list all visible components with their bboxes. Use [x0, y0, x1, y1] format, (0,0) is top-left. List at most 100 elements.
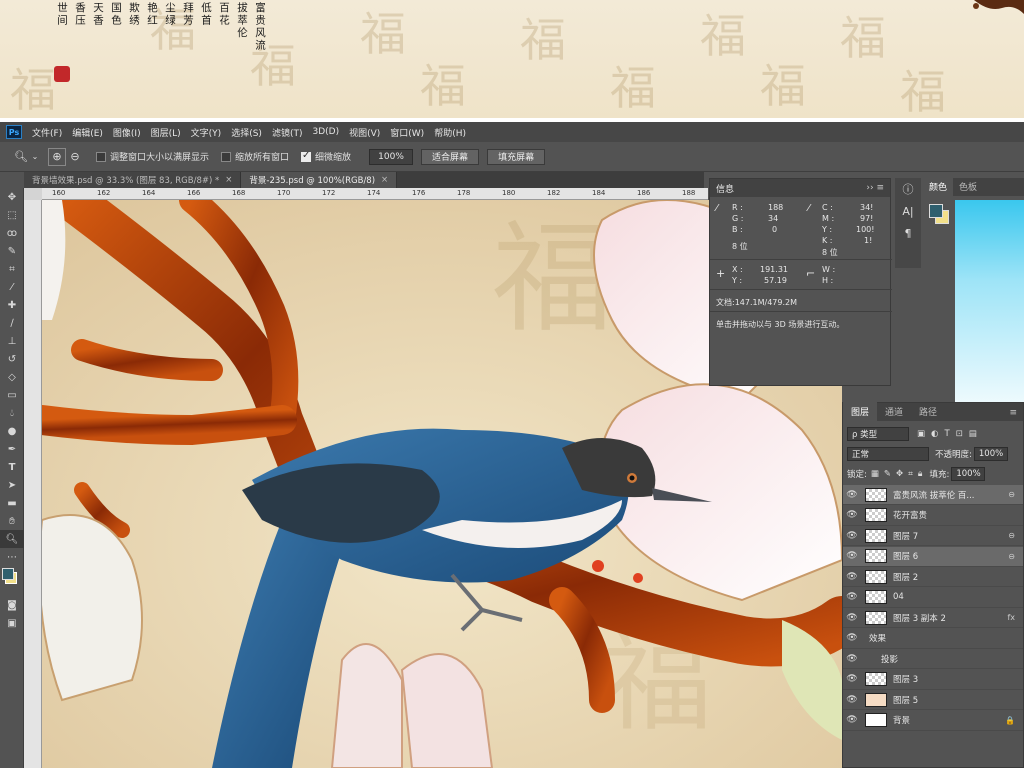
layer-effect-row[interactable]: 👁︎ 投影 — [843, 649, 1023, 669]
tab-paths[interactable]: 路径 — [911, 405, 945, 421]
zoom-out-icon[interactable]: ⊖ — [66, 148, 84, 166]
zoom-tool-icon[interactable]: 🔍︎ — [12, 148, 30, 166]
eyedropper-tool-icon[interactable]: ⁄ — [0, 278, 24, 296]
color-swatches[interactable] — [925, 200, 955, 230]
visibility-eye-icon[interactable]: 👁︎ — [843, 592, 861, 602]
menu-select[interactable]: 选择(S) — [231, 126, 262, 139]
stamp-tool-icon[interactable]: ⊥ — [0, 332, 24, 350]
move-tool-icon[interactable]: ✥ — [0, 188, 24, 206]
info-panel-title[interactable]: 信息 — [716, 182, 734, 195]
horizontal-ruler[interactable]: 160 162 164 166 168 170 172 174 176 178 180 182 184 1… — [42, 188, 708, 200]
c-label: C : — [822, 203, 833, 212]
visibility-eye-icon[interactable]: 👁︎ — [843, 613, 861, 623]
visibility-eye-icon[interactable]: 👁︎ — [843, 551, 861, 561]
visibility-eye-icon[interactable]: 👁︎ — [843, 490, 861, 500]
visibility-eye-icon[interactable]: 👁︎ — [843, 531, 861, 541]
poem-column: 欺绣 — [128, 2, 140, 27]
k-value: 1! — [864, 236, 873, 245]
foreground-color-swatch[interactable] — [2, 568, 14, 580]
panel-menu-icon[interactable]: ›› ≡ — [866, 183, 884, 193]
scrubby-zoom-checkbox[interactable]: 细微缩放 — [301, 150, 351, 163]
vertical-ruler[interactable] — [24, 200, 42, 768]
menu-view[interactable]: 视图(V) — [349, 126, 380, 139]
visibility-eye-icon[interactable]: 👁︎ — [843, 695, 861, 705]
blur-tool-icon[interactable]: 💧︎ — [0, 404, 24, 422]
layer-row[interactable]: 👁︎ 04 — [843, 588, 1023, 608]
menu-type[interactable]: 文字(Y) — [191, 126, 222, 139]
layer-name: 投影 — [881, 654, 899, 665]
character-icon[interactable]: A| — [895, 200, 921, 222]
eraser-tool-icon[interactable]: ◇ — [0, 368, 24, 386]
path-select-icon[interactable]: ➤ — [0, 476, 24, 494]
menu-filter[interactable]: 滤镜(T) — [272, 126, 303, 139]
history-brush-icon[interactable]: ↺ — [0, 350, 24, 368]
visibility-eye-icon[interactable]: 👁︎ — [843, 510, 861, 520]
pen-tool-icon[interactable]: ✒ — [0, 440, 24, 458]
dodge-tool-icon[interactable]: ● — [0, 422, 24, 440]
marquee-tool-icon[interactable]: ⬚ — [0, 206, 24, 224]
quick-mask-icon[interactable]: ◙ — [0, 596, 24, 614]
close-icon[interactable]: × — [381, 175, 388, 185]
layer-filter-select[interactable]: ρ 类型 — [847, 427, 909, 441]
panel-menu-icon[interactable]: ≡ — [1009, 408, 1017, 421]
visibility-eye-icon[interactable]: 👁︎ — [843, 572, 861, 582]
fit-screen-button[interactable]: 适合屏幕 — [421, 148, 480, 165]
tab-layers[interactable]: 图层 — [843, 402, 878, 421]
opacity-field[interactable]: 100% — [973, 447, 1008, 461]
layer-effect-row[interactable]: 👁︎ 效果 — [843, 629, 1023, 649]
type-tool-icon[interactable]: T — [0, 458, 24, 476]
layer-row[interactable]: 👁︎ 图层 7 ⊖ — [843, 526, 1023, 546]
screen-mode-icon[interactable]: ▣ — [0, 614, 24, 632]
healing-brush-icon[interactable]: ✚ — [0, 296, 24, 314]
blend-mode-select[interactable]: 正常 — [847, 447, 929, 461]
gradient-tool-icon[interactable]: ▭ — [0, 386, 24, 404]
close-icon[interactable]: × — [225, 175, 232, 185]
paragraph-icon[interactable]: ¶ — [895, 222, 921, 244]
color-spectrum[interactable] — [955, 200, 1024, 430]
layer-row[interactable]: 👁︎ 花开富贵 — [843, 506, 1023, 526]
menu-window[interactable]: 窗口(W) — [390, 126, 424, 139]
more-tools-icon[interactable]: ⋯ — [0, 548, 24, 566]
layer-row[interactable]: 👁︎ 图层 2 — [843, 567, 1023, 587]
visibility-eye-icon[interactable]: 👁︎ — [843, 715, 861, 725]
tab-channels[interactable]: 通道 — [877, 405, 911, 421]
quick-select-tool-icon[interactable]: ✎ — [0, 242, 24, 260]
zoom-level-field[interactable]: 100% — [369, 148, 414, 165]
color-swatches[interactable] — [0, 566, 24, 596]
menu-image[interactable]: 图像(I) — [113, 126, 141, 139]
zoom-all-windows-checkbox[interactable]: 缩放所有窗口 — [221, 150, 289, 163]
layer-row[interactable]: 👁︎ 图层 6 ⊖ — [843, 546, 1023, 567]
menu-layer[interactable]: 图层(L) — [151, 126, 181, 139]
foreground-color-swatch[interactable] — [929, 204, 943, 218]
fill-field[interactable]: 100% — [951, 467, 986, 481]
brush-tool-icon[interactable]: ∕ — [0, 314, 24, 332]
lasso-tool-icon[interactable]: ꝏ — [0, 224, 24, 242]
lock-icons[interactable]: ▦✎✥⌗🔒︎ — [871, 469, 928, 479]
layer-row[interactable]: 👁︎ 富贵风流 拔萃伦 百... ⊖ — [843, 485, 1023, 505]
tab-color[interactable]: 颜色 — [923, 177, 954, 196]
menu-edit[interactable]: 编辑(E) — [72, 126, 103, 139]
visibility-eye-icon[interactable]: 👁︎ — [843, 654, 861, 664]
filter-icons[interactable]: ▣◐T⊡▤ — [917, 429, 983, 439]
tab-swatches[interactable]: 色板 — [953, 180, 983, 196]
chevron-down-icon[interactable]: ⌄ — [30, 148, 40, 166]
info-icon[interactable]: ⓘ — [895, 178, 921, 200]
hand-tool-icon[interactable]: ✋︎ — [0, 512, 24, 530]
visibility-eye-icon[interactable]: 👁︎ — [843, 633, 861, 643]
tab-document-2[interactable]: 背景-235.psd @ 100%(RGB/8) × — [241, 172, 398, 188]
menu-help[interactable]: 帮助(H) — [434, 126, 466, 139]
shape-tool-icon[interactable]: ▬ — [0, 494, 24, 512]
menu-file[interactable]: 文件(F) — [32, 126, 62, 139]
visibility-eye-icon[interactable]: 👁︎ — [843, 674, 861, 684]
zoom-tool-icon[interactable]: 🔍︎ — [0, 530, 24, 548]
tab-document-1[interactable]: 背景墙效果.psd @ 33.3% (图层 83, RGB/8#) * × — [24, 172, 242, 188]
layer-row[interactable]: 👁︎ 图层 3 — [843, 670, 1023, 690]
resize-windows-checkbox[interactable]: 调整窗口大小以满屏显示 — [96, 150, 209, 163]
zoom-in-icon[interactable]: ⊕ — [48, 147, 66, 166]
fill-screen-button[interactable]: 填充屏幕 — [487, 148, 546, 165]
layer-row[interactable]: 👁︎ 图层 5 — [843, 690, 1023, 710]
crop-tool-icon[interactable]: ⌗ — [0, 260, 24, 278]
layer-row[interactable]: 👁︎ 图层 3 副本 2 fx — [843, 608, 1023, 628]
menu-3d[interactable]: 3D(D) — [312, 127, 339, 137]
layer-row[interactable]: 👁︎ 背景 🔒 — [843, 711, 1023, 731]
